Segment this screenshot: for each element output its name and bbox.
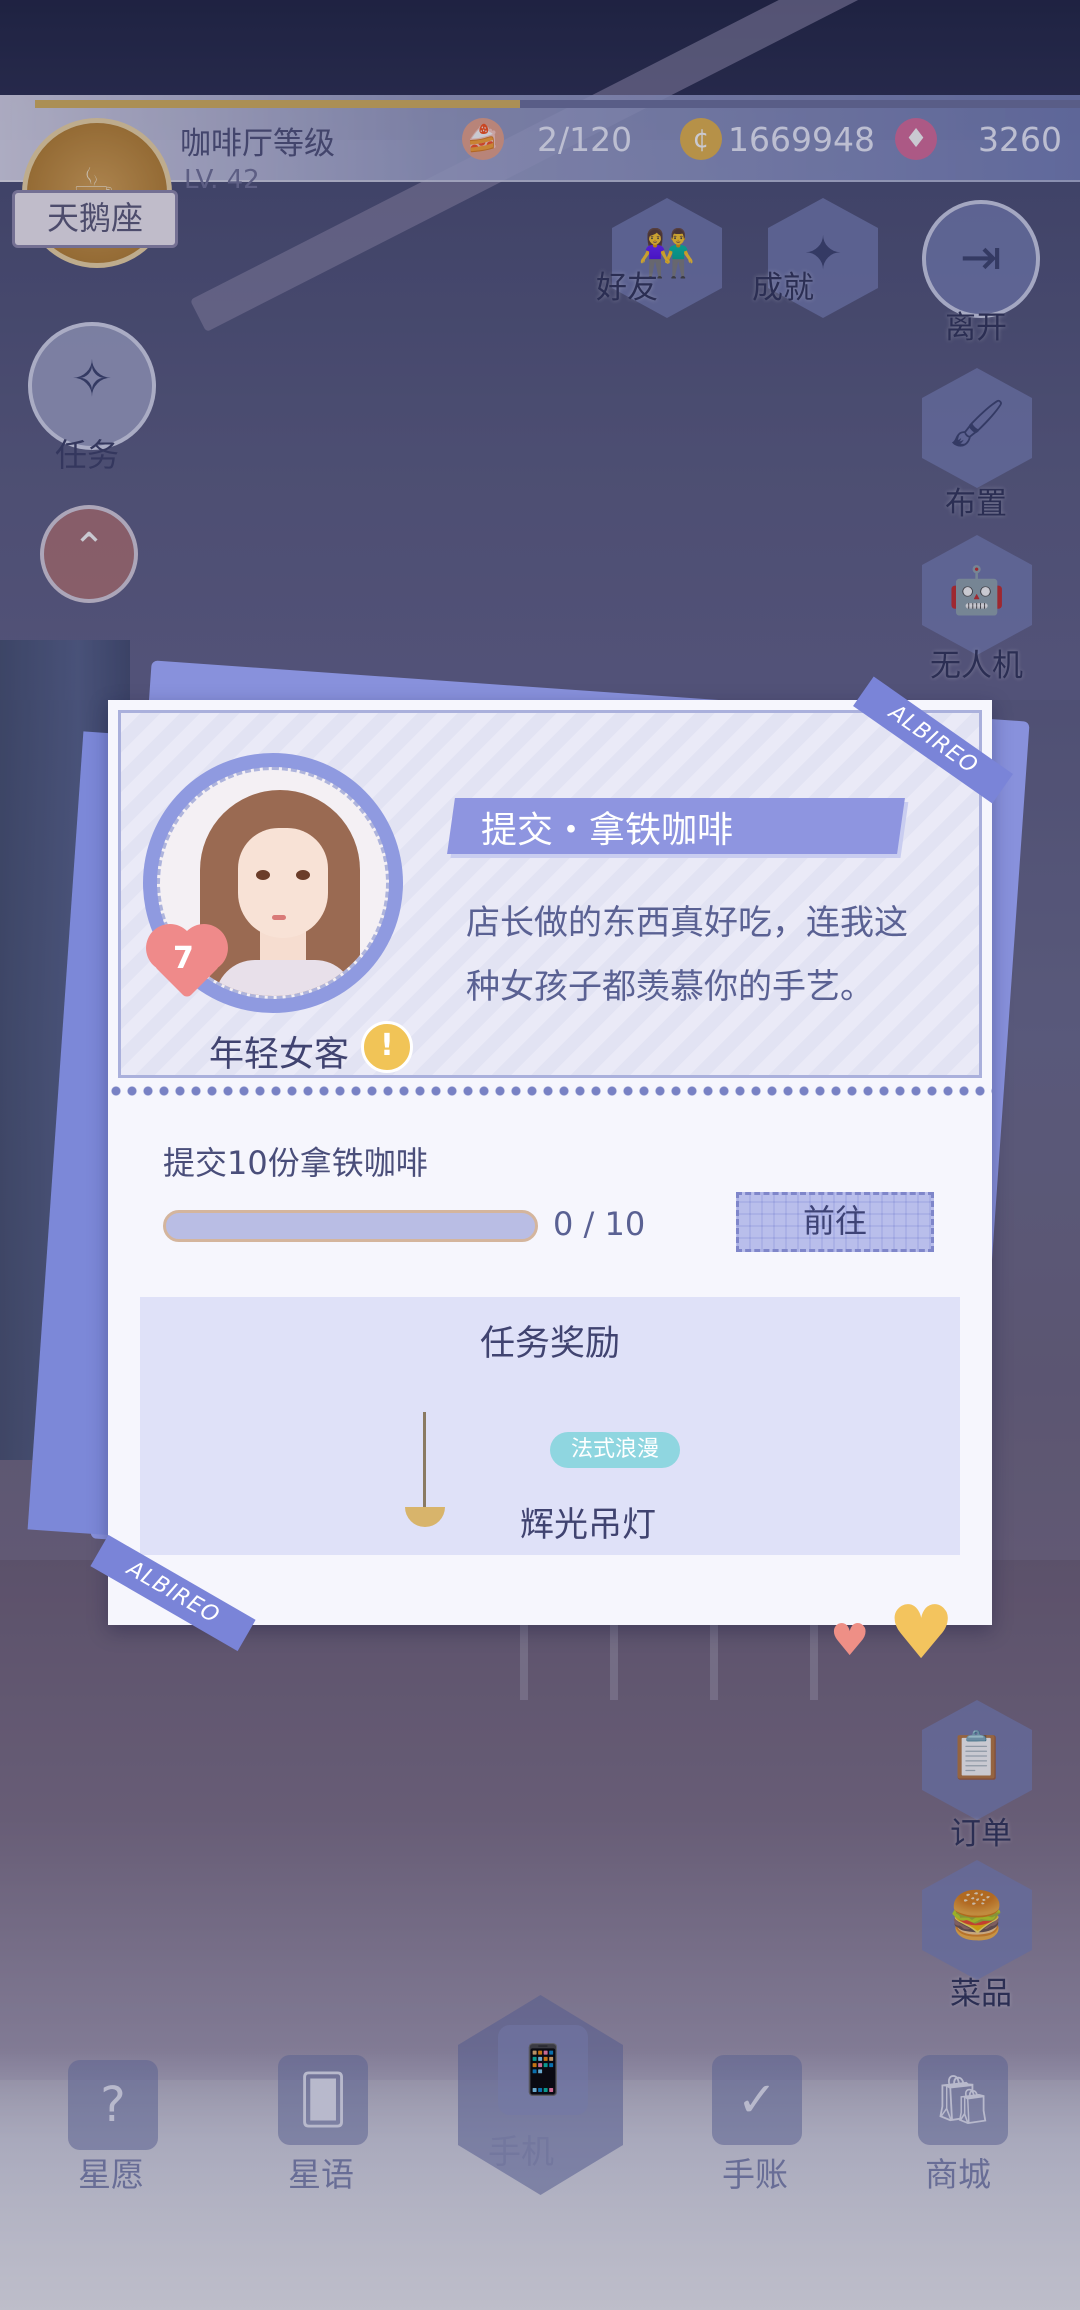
portrait-dress	[215, 960, 355, 996]
reward-title: 任务奖励	[479, 1324, 620, 1364]
affinity-level: 7	[173, 941, 194, 976]
heart-decoration-icon: ♥	[830, 1615, 870, 1666]
portrait-eye	[296, 870, 310, 880]
portrait-face	[238, 828, 328, 938]
npc-dialog: 店长做的东西真好吃，连我这种女孩子都羡慕你的手艺。	[466, 903, 908, 1007]
go-button[interactable]: 前往	[736, 1192, 934, 1252]
quest-header-panel: 7 年轻女客 ! 提交・拿铁咖啡 店长做的东西真好吃，连我这种女孩子都羡慕你的手…	[118, 710, 982, 1078]
reward-item-name: 辉光吊灯	[520, 1505, 656, 1545]
dotted-divider	[108, 1085, 992, 1097]
quest-title: 提交・拿铁咖啡	[481, 810, 734, 851]
task-progress-label: 0 / 10	[553, 1205, 646, 1243]
task-progress-bar	[163, 1210, 538, 1242]
chandelier-shade	[405, 1507, 445, 1527]
portrait-eye	[256, 870, 270, 880]
chandelier-icon[interactable]	[423, 1412, 426, 1512]
portrait-mouth	[272, 915, 286, 920]
npc-name: 年轻女客	[209, 1035, 350, 1075]
heart-decoration-icon: ♥	[888, 1590, 955, 1676]
alert-icon: !	[361, 1021, 413, 1073]
task-description: 提交10份拿铁咖啡	[163, 1144, 428, 1182]
quest-modal: 7 年轻女客 ! 提交・拿铁咖啡 店长做的东西真好吃，连我这种女孩子都羡慕你的手…	[90, 676, 1013, 1652]
reward-panel: 任务奖励 法式浪漫 辉光吊灯	[140, 1297, 960, 1555]
reward-style-tag: 法式浪漫	[550, 1432, 680, 1468]
